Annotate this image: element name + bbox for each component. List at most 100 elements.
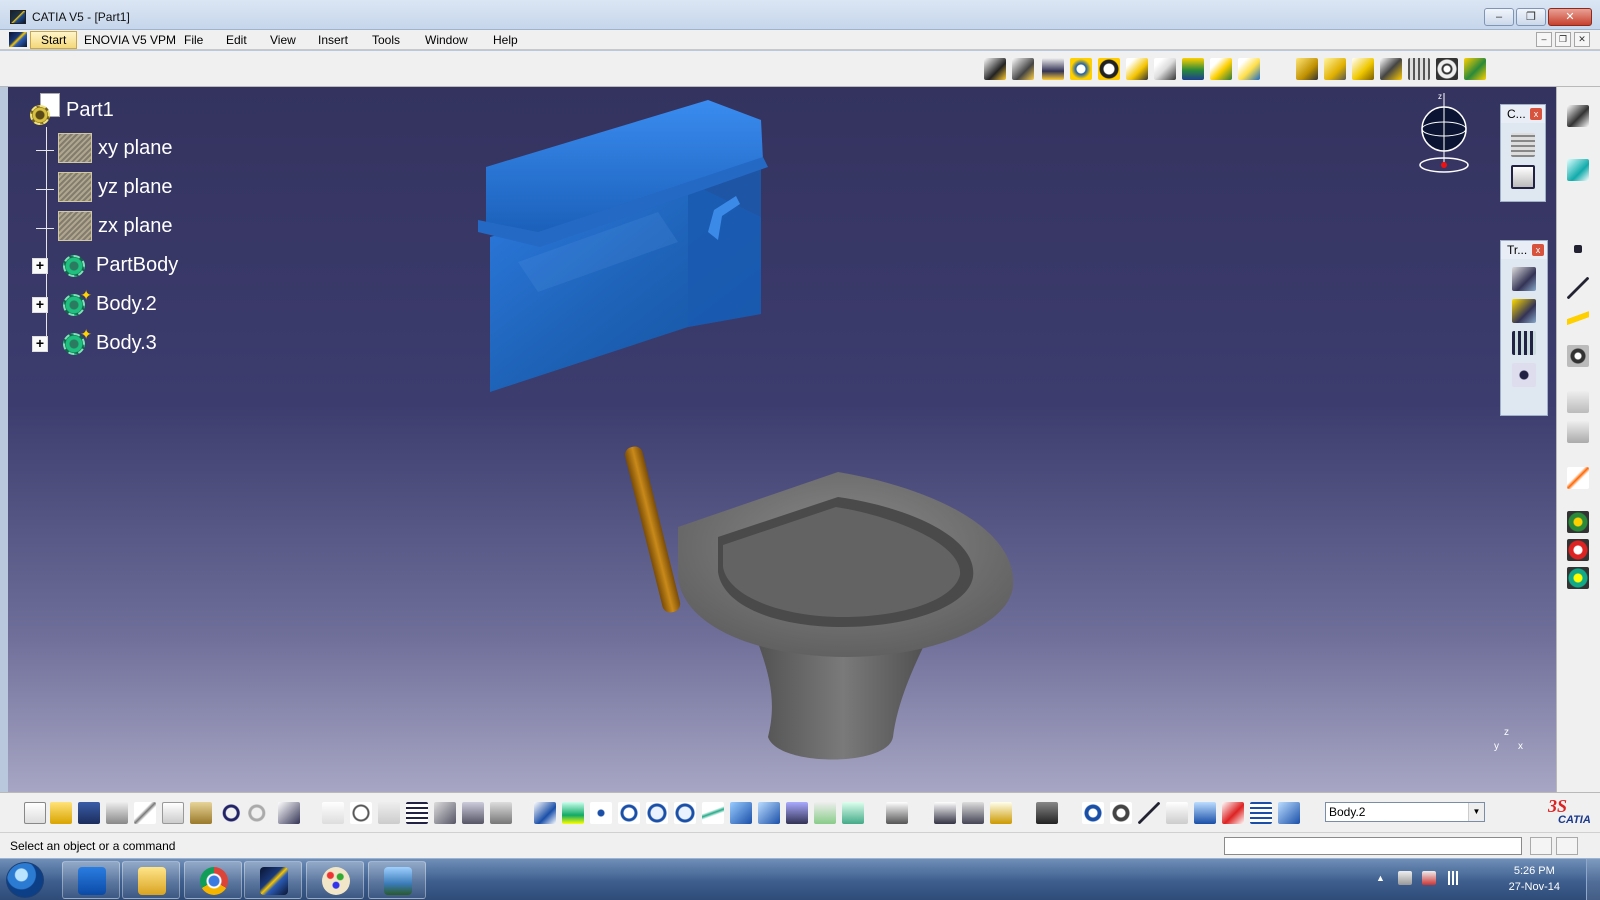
shell-icon[interactable] — [1380, 58, 1402, 80]
stiffener-icon[interactable] — [1210, 58, 1232, 80]
scale-icon[interactable] — [1166, 802, 1188, 824]
current-body-select[interactable]: Body.2 ▼ — [1325, 802, 1485, 822]
define-work-object-icon[interactable] — [1278, 802, 1300, 824]
floating-toolbar-c[interactable]: C... x — [1500, 104, 1546, 202]
measure-item-icon[interactable] — [962, 802, 984, 824]
network-icon[interactable] — [1446, 871, 1460, 885]
redo-icon[interactable] — [248, 802, 270, 824]
compass-widget[interactable]: z — [1416, 89, 1472, 175]
scaling-icon[interactable] — [1512, 363, 1536, 387]
plane-icon[interactable] — [1567, 307, 1589, 329]
shaft-icon[interactable] — [1070, 58, 1092, 80]
whats-this-icon[interactable] — [278, 802, 300, 824]
hand-icon[interactable] — [1110, 802, 1132, 824]
measure-inertia-icon[interactable] — [1567, 421, 1589, 443]
tree-item-yz-plane[interactable]: yz plane — [36, 172, 173, 202]
catalog-icon[interactable] — [1511, 133, 1535, 157]
minimize-button[interactable]: – — [1484, 8, 1514, 26]
taskbar-photos[interactable] — [368, 861, 426, 899]
select-arrow-icon[interactable] — [1567, 467, 1589, 489]
menu-enovia[interactable]: ENOVIA V5 VPM — [84, 33, 176, 47]
rotate-icon[interactable] — [618, 802, 640, 824]
catia-logo-icon[interactable] — [9, 32, 27, 47]
show-hidden-icons-button[interactable]: ▲ — [1376, 873, 1385, 883]
tree-item-body-2[interactable]: + ✦ Body.2 — [32, 287, 157, 319]
boolean-icon[interactable] — [1567, 539, 1589, 561]
undo-icon[interactable] — [218, 802, 240, 824]
draft-icon[interactable] — [1352, 58, 1374, 80]
taskbar-catia[interactable] — [244, 861, 302, 899]
toolbar-close-icon[interactable]: x — [1530, 108, 1542, 120]
windows-start-icon[interactable] — [6, 862, 44, 898]
taskbar-explorer[interactable] — [122, 861, 180, 899]
toolbar-close-icon[interactable]: x — [1532, 244, 1544, 256]
doc-minimize-button[interactable]: – — [1536, 32, 1552, 47]
status-close-button[interactable] — [1556, 837, 1578, 855]
catia-app-icon[interactable] — [10, 10, 26, 24]
edge-fillet-icon[interactable] — [1296, 58, 1318, 80]
menu-tools[interactable]: Tools — [372, 33, 400, 47]
knowledge-advisor-icon[interactable] — [350, 802, 372, 824]
fit-all-in-icon[interactable] — [562, 802, 584, 824]
taskbar-outlook[interactable] — [62, 861, 120, 899]
menu-file[interactable]: File — [184, 33, 203, 47]
law-icon[interactable] — [434, 802, 456, 824]
tree-item-xy-plane[interactable]: xy plane — [36, 133, 173, 163]
slot-icon[interactable] — [1154, 58, 1176, 80]
catalog-browser-icon[interactable] — [462, 802, 484, 824]
cut-icon[interactable] — [134, 802, 156, 824]
expand-icon[interactable]: + — [32, 297, 48, 313]
update-icon[interactable] — [886, 802, 908, 824]
list-icon[interactable] — [1250, 802, 1272, 824]
positioned-sketch-icon[interactable] — [1012, 58, 1034, 80]
line-icon[interactable] — [1567, 277, 1589, 299]
taskbar-clock[interactable]: 5:26 PM 27-Nov-14 — [1509, 863, 1560, 895]
menu-view[interactable]: View — [270, 33, 296, 47]
rectangular-pattern-icon[interactable] — [1512, 331, 1536, 355]
power-input-field[interactable] — [1224, 837, 1522, 855]
symmetry-icon[interactable] — [1512, 299, 1536, 323]
swap-icon[interactable] — [1082, 802, 1104, 824]
status-restore-button[interactable] — [1530, 837, 1552, 855]
doc-close-button[interactable]: ✕ — [1574, 32, 1590, 47]
taskbar-chrome[interactable] — [184, 861, 242, 899]
toilet-bowl-model[interactable] — [668, 467, 1028, 777]
zoom-out-icon[interactable] — [674, 802, 696, 824]
normal-view-icon[interactable] — [702, 802, 724, 824]
tree-root[interactable]: Part1 — [30, 93, 114, 127]
menu-insert[interactable]: Insert — [318, 33, 348, 47]
iso-view-icon[interactable] — [758, 802, 780, 824]
toolbar-header[interactable]: C... x — [1501, 105, 1545, 123]
expand-icon[interactable]: + — [32, 258, 48, 274]
save-icon[interactable] — [78, 802, 100, 824]
multi-sections-icon[interactable] — [1182, 58, 1204, 80]
chevron-down-icon[interactable]: ▼ — [1468, 803, 1484, 821]
capture-camera-icon[interactable] — [1036, 802, 1058, 824]
pad-icon[interactable] — [1042, 58, 1064, 80]
lock-icon[interactable] — [378, 802, 400, 824]
new-file-icon[interactable] — [24, 802, 46, 824]
paste-icon[interactable] — [190, 802, 212, 824]
maximize-button[interactable]: ❐ — [1516, 8, 1546, 26]
remove-face-icon[interactable] — [1464, 58, 1486, 80]
floating-toolbar-transform[interactable]: Tr... x — [1500, 240, 1548, 416]
thickness-icon[interactable] — [1408, 58, 1430, 80]
tree-item-body-3[interactable]: + ✦ Body.3 — [32, 326, 157, 358]
menu-window[interactable]: Window — [425, 33, 468, 47]
expand-icon[interactable]: + — [32, 336, 48, 352]
sketch-icon[interactable] — [984, 58, 1006, 80]
measure-icon[interactable] — [1567, 391, 1589, 413]
hide-show-icon[interactable] — [814, 802, 836, 824]
action-center-icon[interactable] — [1422, 871, 1436, 885]
thread-icon[interactable] — [1436, 58, 1458, 80]
plane-create-icon[interactable] — [1567, 159, 1589, 181]
axis-system-icon[interactable] — [1138, 802, 1160, 824]
multi-view-icon[interactable] — [730, 802, 752, 824]
point-icon[interactable] — [1574, 245, 1582, 253]
hole-icon[interactable] — [1098, 58, 1120, 80]
pan-icon[interactable] — [590, 802, 612, 824]
settings-gear-icon[interactable] — [1567, 345, 1589, 367]
menu-edit[interactable]: Edit — [226, 33, 247, 47]
swap-visible-space-icon[interactable] — [842, 802, 864, 824]
taskbar-paint[interactable] — [306, 861, 364, 899]
